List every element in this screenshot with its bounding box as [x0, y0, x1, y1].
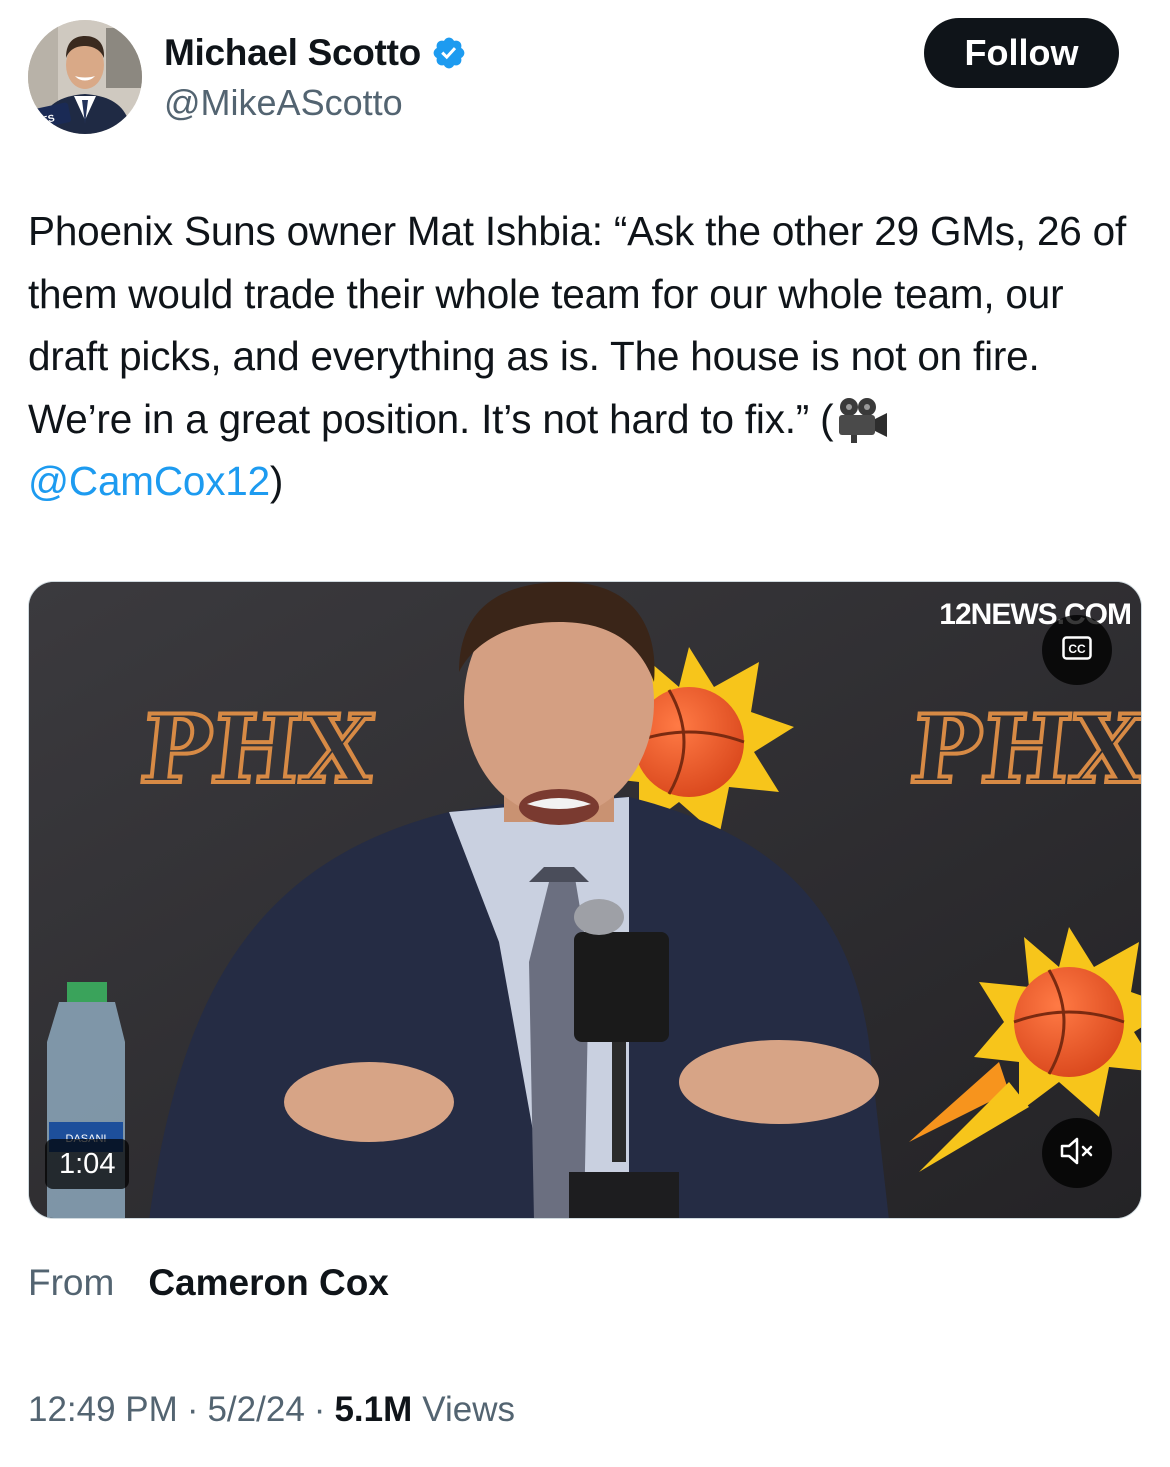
follow-button[interactable]: Follow — [924, 18, 1119, 88]
tweet-header: YES Michael Scotto @MikeAScotto Follow — [0, 0, 1170, 160]
mention-link[interactable]: @CamCox12 — [28, 458, 270, 504]
tweet-text-body: Phoenix Suns owner Mat Ishbia: “Ask the … — [28, 208, 1127, 442]
muted-speaker-icon — [1059, 1136, 1095, 1171]
from-label: From — [28, 1262, 115, 1303]
verified-badge-icon — [431, 35, 467, 71]
closed-captions-button[interactable]: CC — [1042, 615, 1112, 685]
video-source-attribution: From Cameron Cox — [28, 1262, 389, 1304]
backdrop-text-left: PHX — [136, 695, 381, 805]
source-account-name[interactable]: Cameron Cox — [148, 1262, 389, 1304]
author-handle[interactable]: @MikeAScotto — [164, 82, 403, 124]
tweet-time[interactable]: 12:49 PM — [28, 1390, 178, 1430]
views-label: Views — [422, 1390, 515, 1429]
mute-toggle-button[interactable] — [1042, 1118, 1112, 1188]
video-player[interactable]: PHX PHX 12NEWS.COM CC 1:04 — [28, 581, 1142, 1219]
avatar-mic-flag: YES — [34, 113, 56, 128]
meta-separator: · — [186, 1390, 199, 1429]
svg-text:CC: CC — [1068, 642, 1086, 656]
views-count: 5.1M — [334, 1390, 413, 1429]
tweet-metadata: 12:49 PM · 5/2/24 · 5.1M Views — [28, 1390, 515, 1430]
author-avatar[interactable]: YES — [28, 20, 142, 134]
movie-camera-icon — [835, 397, 891, 443]
tweet-text-tail: ) — [269, 458, 284, 504]
author-name-row: Michael Scotto — [164, 32, 467, 74]
author-display-name[interactable]: Michael Scotto — [164, 32, 421, 74]
tweet-date[interactable]: 5/2/24 — [207, 1390, 304, 1430]
closed-captions-icon: CC — [1062, 635, 1092, 665]
backdrop-text-right: PHX — [906, 695, 1142, 805]
meta-separator: · — [313, 1390, 326, 1429]
tweet-text: Phoenix Suns owner Mat Ishbia: “Ask the … — [28, 200, 1143, 513]
video-duration-badge: 1:04 — [45, 1139, 130, 1189]
video-frame: PHX PHX — [29, 582, 1142, 1218]
avatar-image: YES — [28, 20, 142, 134]
